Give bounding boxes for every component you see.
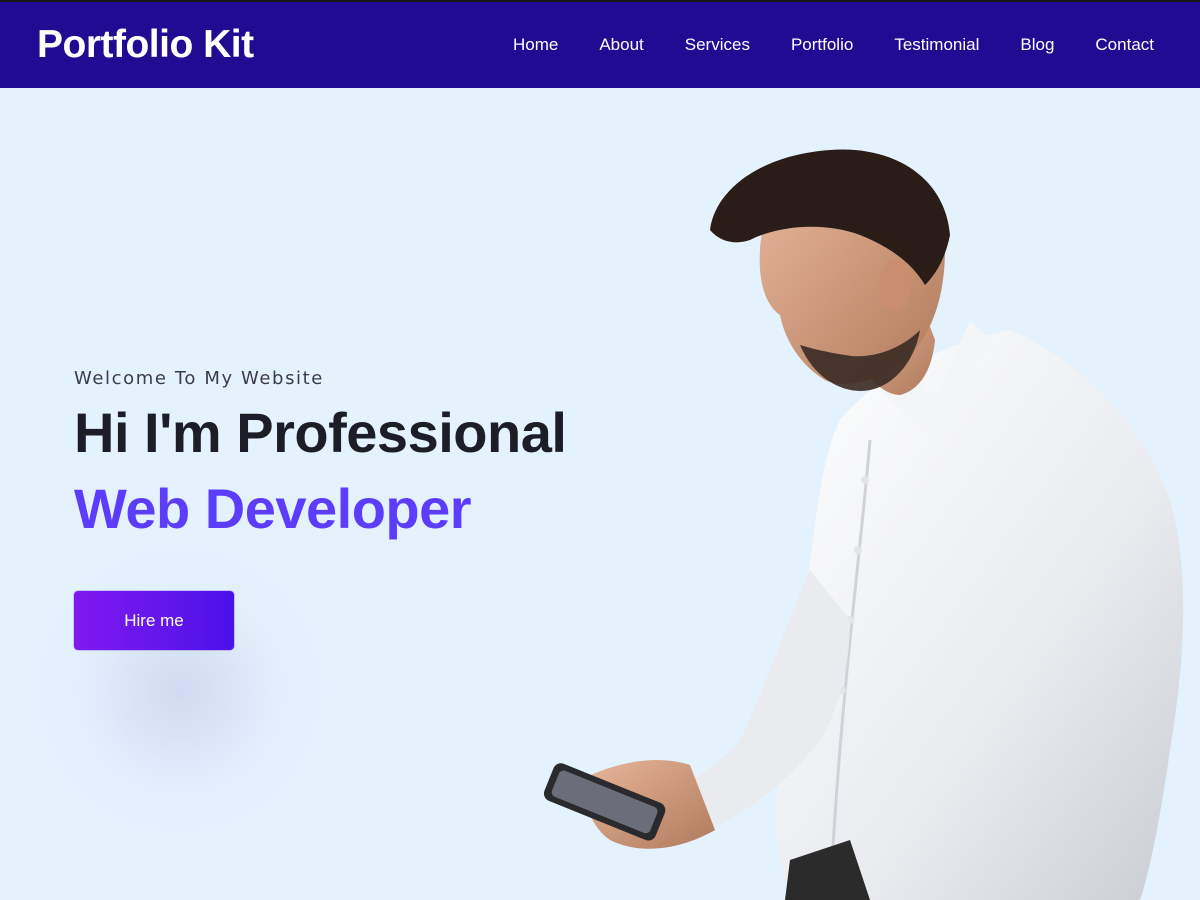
brand-logo[interactable]: Portfolio Kit [37, 23, 254, 67]
hero-headline: Hi I'm Professional [74, 401, 567, 464]
hero-kicker: Welcome To My Website [74, 368, 324, 389]
nav-item-contact[interactable]: Contact [1095, 35, 1154, 55]
nav-item-home[interactable]: Home [513, 35, 558, 55]
nav-item-portfolio[interactable]: Portfolio [791, 35, 853, 55]
button-glow [20, 540, 340, 840]
hire-me-button[interactable]: Hire me [74, 591, 234, 650]
nav-item-testimonial[interactable]: Testimonial [894, 35, 979, 55]
nav-item-blog[interactable]: Blog [1020, 35, 1054, 55]
hero-section: Welcome To My Website Hi I'm Professiona… [74, 368, 594, 539]
hero-headline-accent: Web Developer [74, 477, 472, 540]
hero-person-image [543, 149, 1184, 900]
nav-item-services[interactable]: Services [685, 35, 750, 55]
nav-item-about[interactable]: About [599, 35, 643, 55]
site-header: Portfolio Kit Home About Services Portfo… [0, 0, 1200, 88]
main-nav: Home About Services Portfolio Testimonia… [513, 35, 1154, 55]
page: Portfolio Kit Home About Services Portfo… [0, 0, 1200, 900]
